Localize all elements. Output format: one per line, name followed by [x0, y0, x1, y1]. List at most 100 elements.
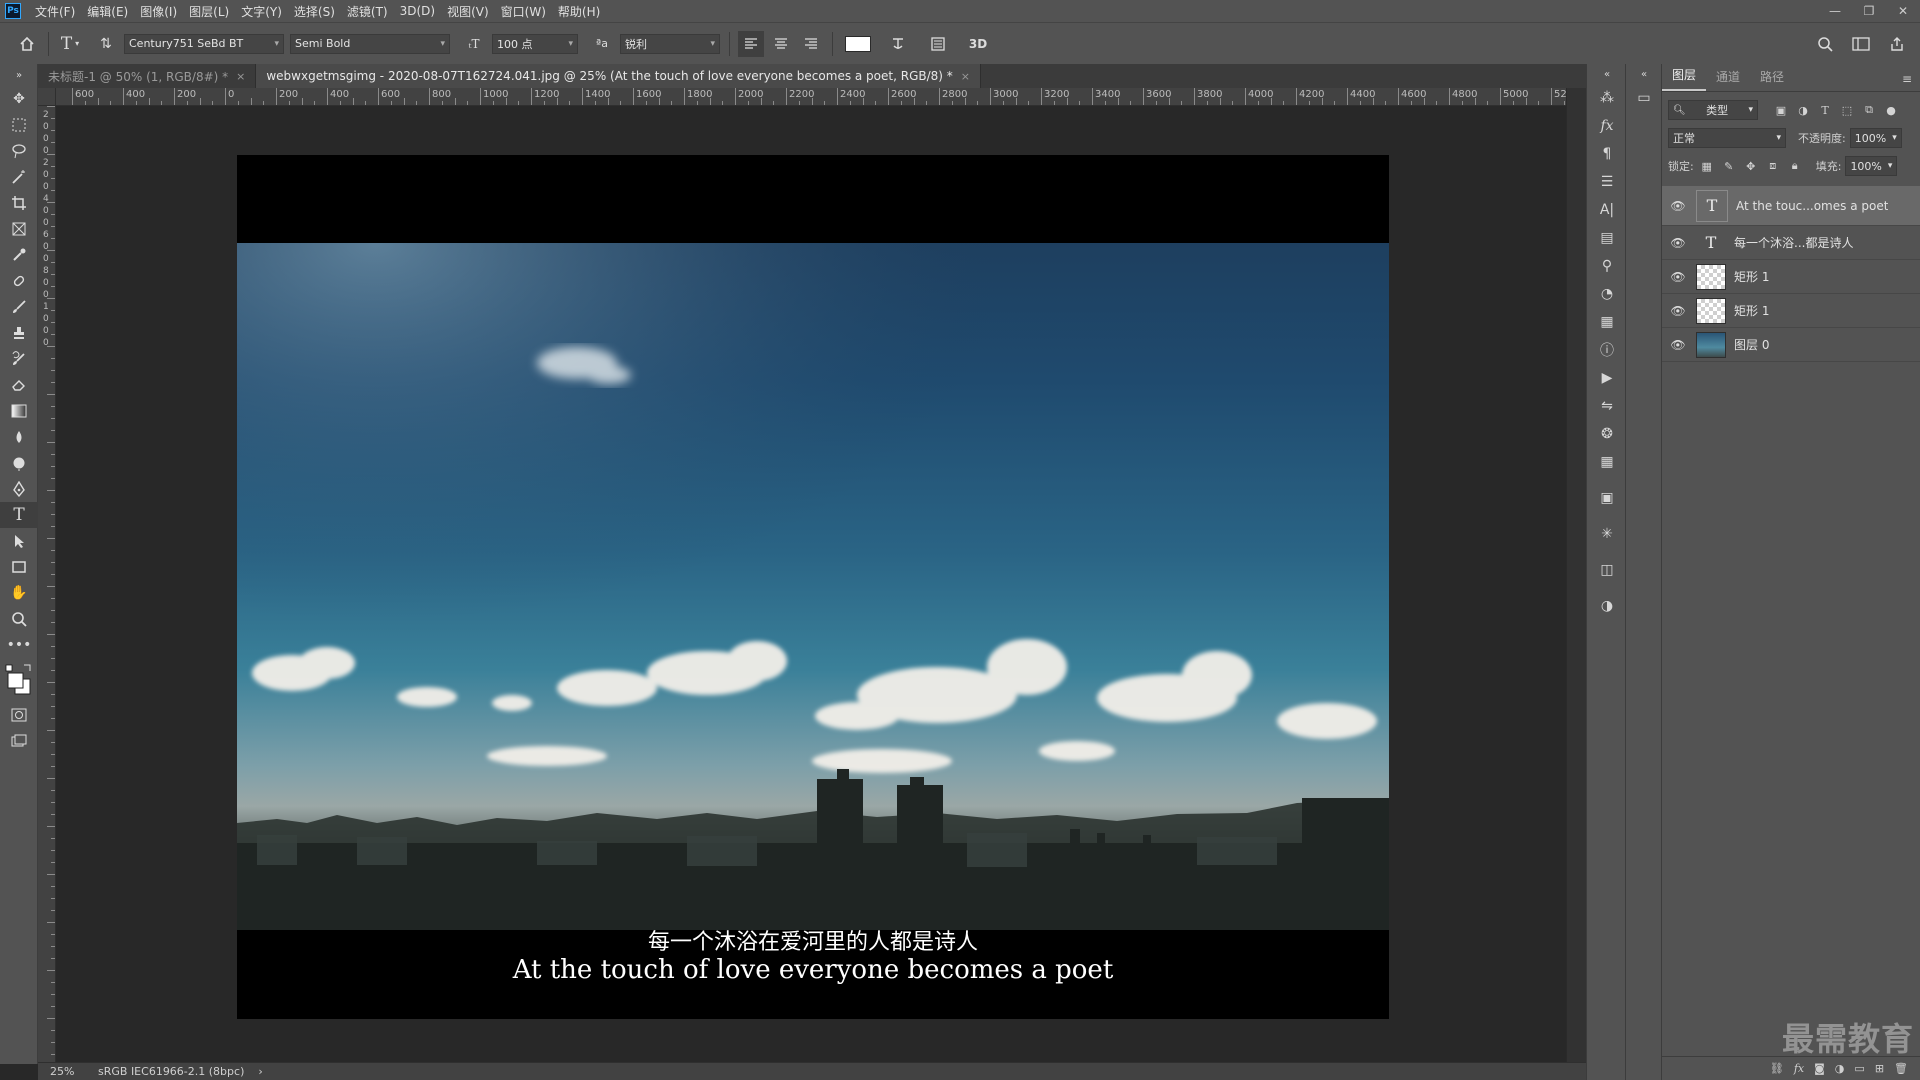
tab-channels[interactable]: 通道: [1706, 68, 1750, 91]
add-mask-icon[interactable]: ◙: [1814, 1062, 1825, 1075]
crop-tool-icon[interactable]: [0, 190, 38, 216]
close-icon[interactable]: ×: [961, 70, 970, 83]
add-style-icon[interactable]: fx: [1794, 1062, 1804, 1075]
text-color-swatch[interactable]: [845, 35, 871, 52]
collapse-toolbar-icon[interactable]: »: [0, 64, 38, 86]
opacity-field[interactable]: 100% ▾: [1849, 128, 1902, 148]
healing-brush-tool-icon[interactable]: [0, 268, 38, 294]
warp-text-icon[interactable]: [885, 31, 911, 57]
brush-settings-icon[interactable]: ⁂: [1587, 84, 1627, 112]
delete-layer-icon[interactable]: 🗑︎: [1894, 1062, 1908, 1075]
tab-webwxgetmsgimg[interactable]: webwxgetmsgimg - 2020-08-07T162724.041.j…: [256, 64, 981, 88]
lock-image-icon[interactable]: ✎: [1720, 157, 1738, 175]
actions-icon[interactable]: ▶: [1587, 364, 1627, 392]
share-icon[interactable]: [1884, 31, 1910, 57]
navigator-panel-icon[interactable]: ▭: [1626, 84, 1662, 112]
clone-stamp-tool-icon[interactable]: [0, 320, 38, 346]
eye-icon[interactable]: 👁︎: [1668, 304, 1688, 318]
layer-row[interactable]: 👁︎ 图层 0: [1662, 328, 1920, 362]
3d-panel-icon[interactable]: ✳: [1587, 520, 1627, 548]
eye-icon[interactable]: 👁︎: [1668, 338, 1688, 352]
lock-position-icon[interactable]: ✥: [1742, 157, 1760, 175]
history-icon[interactable]: ◔: [1587, 280, 1627, 308]
type-tool-icon[interactable]: T: [0, 502, 38, 528]
info-icon[interactable]: ⓘ: [1587, 336, 1627, 364]
menu-help[interactable]: 帮助(H): [552, 3, 606, 20]
menu-select[interactable]: 选择(S): [288, 3, 341, 20]
filter-shape-icon[interactable]: ⬚: [1838, 101, 1856, 119]
lasso-tool-icon[interactable]: [0, 138, 38, 164]
ruler-origin[interactable]: [38, 88, 56, 106]
zoom-tool-icon[interactable]: [0, 606, 38, 632]
hand-tool-icon[interactable]: ✋: [0, 580, 38, 606]
collapse-panels-icon[interactable]: «: [1587, 64, 1627, 84]
menu-file[interactable]: 文件(F): [29, 3, 81, 20]
font-style-select[interactable]: Semi Bold ▾: [290, 33, 450, 54]
filter-adjustment-icon[interactable]: ◑: [1794, 101, 1812, 119]
link-layers-icon[interactable]: ⛓︎: [1770, 1062, 1784, 1075]
eraser-tool-icon[interactable]: [0, 372, 38, 398]
menu-type[interactable]: 文字(Y): [235, 3, 288, 20]
clone-source-icon[interactable]: ⚲: [1587, 252, 1627, 280]
notes-icon[interactable]: ▣: [1587, 484, 1627, 512]
caption-text[interactable]: 每一个沐浴在爱河里的人都是诗人 At the touch of love eve…: [237, 930, 1389, 984]
document-canvas[interactable]: 每一个沐浴在爱河里的人都是诗人 At the touch of love eve…: [237, 155, 1389, 1019]
tab-untitled-1[interactable]: 未标题-1 @ 50% (1, RGB/8#) * ×: [38, 64, 257, 88]
antialias-select[interactable]: 锐利 ▾: [620, 33, 720, 54]
quick-mask-icon[interactable]: [0, 702, 38, 728]
workspace-icon[interactable]: [1848, 31, 1874, 57]
menu-image[interactable]: 图像(I): [134, 3, 183, 20]
history-brush-tool-icon[interactable]: [0, 346, 38, 372]
restore-button[interactable]: ❐: [1852, 0, 1886, 22]
frame-tool-icon[interactable]: [0, 216, 38, 242]
gradient-tool-icon[interactable]: [0, 398, 38, 424]
eye-icon[interactable]: 👁︎: [1668, 270, 1688, 284]
screen-mode-icon[interactable]: [0, 728, 38, 754]
blend-mode-select[interactable]: 正常 ▾: [1668, 128, 1786, 148]
move-tool-icon[interactable]: ✥: [0, 86, 38, 112]
lock-transparent-icon[interactable]: ▦: [1698, 157, 1716, 175]
collapse-panels-icon[interactable]: «: [1626, 64, 1662, 84]
menu-window[interactable]: 窗口(W): [495, 3, 552, 20]
character-panel-icon[interactable]: [925, 31, 951, 57]
styles-fx-icon[interactable]: fx: [1587, 112, 1627, 140]
swatches-icon[interactable]: ▦: [1587, 308, 1627, 336]
minimize-button[interactable]: —: [1818, 0, 1852, 22]
3d-button[interactable]: 3D: [965, 31, 991, 57]
marquee-tool-icon[interactable]: [0, 112, 38, 138]
close-window-button[interactable]: ✕: [1886, 0, 1920, 22]
eye-icon[interactable]: 👁︎: [1668, 236, 1688, 250]
new-layer-icon[interactable]: ⊞: [1875, 1062, 1884, 1075]
pen-tool-icon[interactable]: [0, 476, 38, 502]
dodge-tool-icon[interactable]: [0, 450, 38, 476]
adjustments-icon[interactable]: ☰: [1587, 168, 1627, 196]
layer-row[interactable]: 👁︎ T 每一个沐浴...都是诗人: [1662, 226, 1920, 260]
menu-view[interactable]: 视图(V): [441, 3, 495, 20]
status-menu-arrow[interactable]: ›: [244, 1065, 262, 1078]
fill-field[interactable]: 100% ▾: [1845, 156, 1898, 176]
channels-mixer-icon[interactable]: ❂: [1587, 420, 1627, 448]
foreground-background-colors-icon[interactable]: [0, 658, 38, 702]
canvas-vertical-scrollbar[interactable]: [1566, 88, 1586, 1062]
canvas-area[interactable]: 每一个沐浴在爱河里的人都是诗人 At the touch of love eve…: [56, 106, 1566, 1062]
menu-filter[interactable]: 滤镜(T): [341, 3, 394, 20]
menu-3d[interactable]: 3D(D): [394, 4, 441, 18]
caption-english[interactable]: At the touch of love everyone becomes a …: [237, 956, 1389, 984]
zoom-level[interactable]: 25%: [38, 1065, 82, 1078]
timeline-icon[interactable]: ◫: [1587, 556, 1627, 584]
brush-tool-icon[interactable]: [0, 294, 38, 320]
font-family-select[interactable]: Century751 SeBd BT ▾: [124, 33, 284, 54]
character-icon[interactable]: A|: [1587, 196, 1627, 224]
search-icon[interactable]: [1812, 31, 1838, 57]
home-icon[interactable]: [14, 31, 40, 57]
align-center-icon[interactable]: [768, 31, 794, 57]
rectangle-tool-icon[interactable]: [0, 554, 38, 580]
blur-tool-icon[interactable]: [0, 424, 38, 450]
paragraph-icon[interactable]: ¶: [1587, 140, 1627, 168]
caption-chinese[interactable]: 每一个沐浴在爱河里的人都是诗人: [237, 930, 1389, 956]
filter-type-icon[interactable]: T: [1816, 101, 1834, 119]
layer-row[interactable]: 👁︎ T At the touc...omes a poet: [1662, 186, 1920, 226]
filter-toggle-icon[interactable]: ●: [1882, 101, 1900, 119]
libraries-icon[interactable]: ▤: [1587, 224, 1627, 252]
text-orientation-icon[interactable]: ⇅: [93, 31, 119, 57]
